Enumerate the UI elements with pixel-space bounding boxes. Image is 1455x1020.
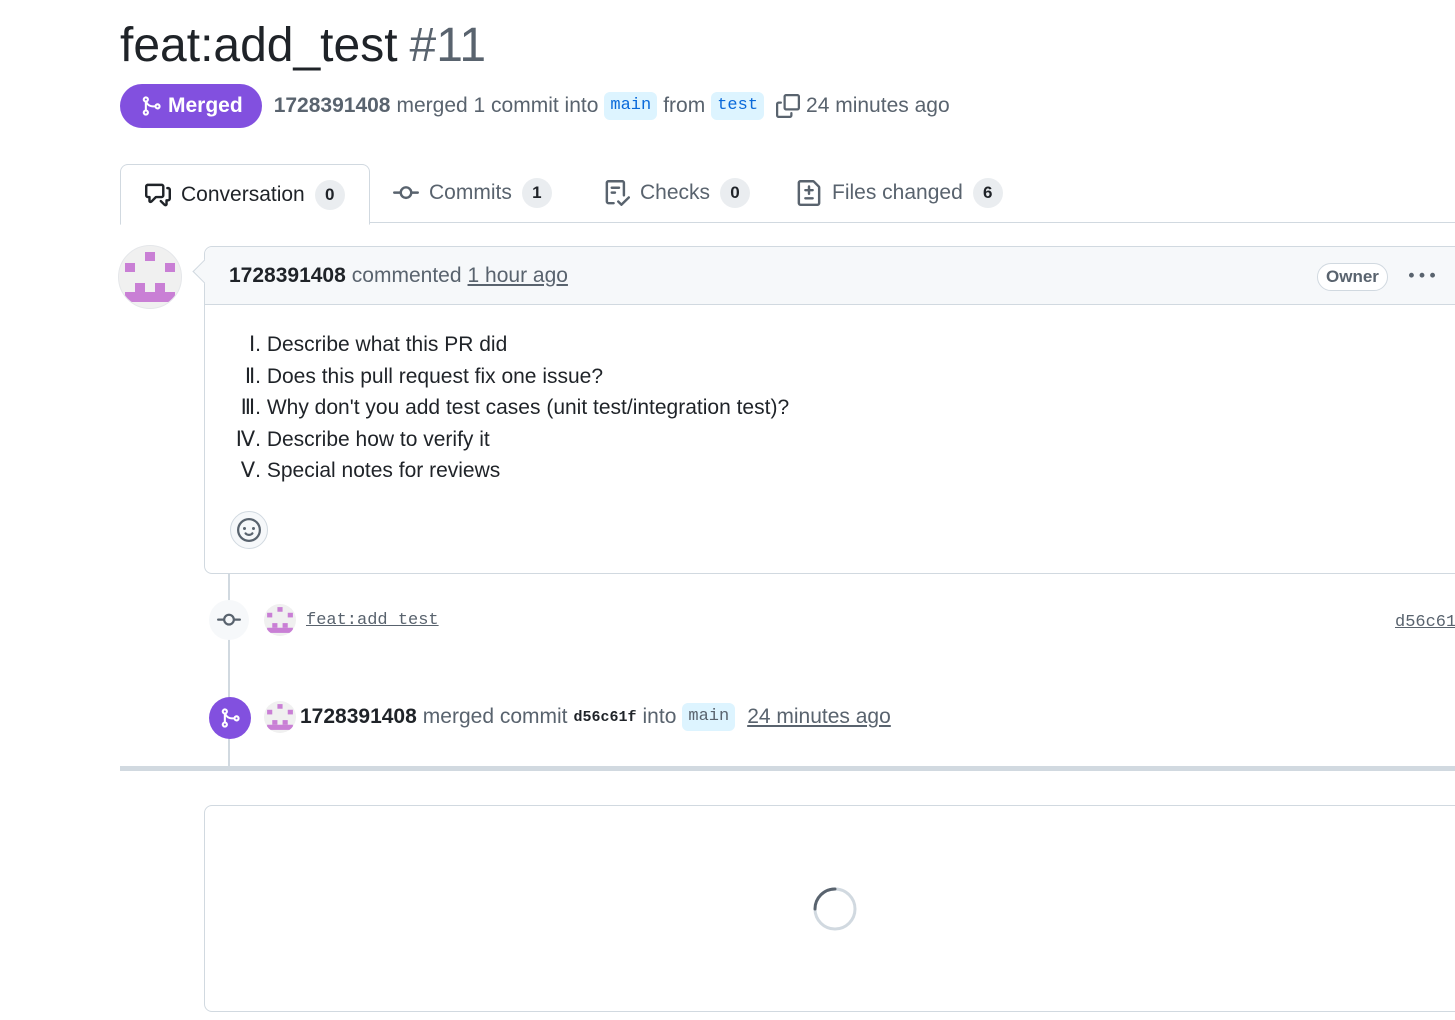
- file-diff-icon: [797, 180, 821, 206]
- merge-author-link[interactable]: 1728391408: [300, 705, 417, 729]
- comment-discussion-icon: [145, 183, 171, 206]
- pr-meta: 1728391408 merged 1 commit into main fro…: [274, 92, 950, 120]
- tab-conversation-count: 0: [314, 179, 345, 210]
- merged-state-badge: Merged: [120, 84, 262, 128]
- from-text: from: [663, 94, 706, 117]
- tab-files-changed[interactable]: Files changed 6: [796, 164, 1003, 222]
- list-item-number: Ⅱ.: [244, 364, 261, 388]
- checklist-icon: [605, 180, 630, 206]
- tab-commits-count: 1: [521, 178, 552, 208]
- git-commit-icon: [209, 600, 249, 640]
- pr-title-text: feat:add_test: [120, 19, 398, 72]
- timeline-divider: [120, 766, 1455, 771]
- avatar[interactable]: [118, 245, 182, 309]
- timeline-commit-item: feat:add_test: [264, 604, 439, 636]
- list-item: Ⅴ. Special notes for reviews: [231, 455, 1455, 487]
- git-merge-icon: [142, 96, 161, 116]
- comment-body: Ⅰ. Describe what this PR did Ⅱ. Does thi…: [205, 305, 1455, 487]
- list-item-text: Describe how to verify it: [261, 427, 490, 451]
- merge-commit-sha-link[interactable]: d56c61f: [574, 709, 637, 726]
- spinner-icon: [813, 887, 857, 931]
- owner-badge: Owner: [1317, 263, 1388, 291]
- commit-message-link[interactable]: feat:add_test: [306, 611, 439, 630]
- merge-into-text: into: [642, 705, 677, 728]
- comment-header: 1728391408 commented 1 hour ago Owner: [205, 247, 1455, 305]
- copy-icon[interactable]: [776, 94, 801, 118]
- merged-time: 24 minutes ago: [806, 94, 950, 117]
- list-item-number: Ⅰ.: [248, 333, 261, 356]
- list-item: Ⅲ. Why don't you add test cases (unit te…: [231, 392, 1455, 424]
- merge-base-branch[interactable]: main: [682, 703, 736, 731]
- tab-files-changed-count: 6: [972, 178, 1003, 208]
- tab-conversation[interactable]: Conversation 0: [120, 164, 370, 225]
- merge-text: merged commit: [422, 705, 568, 728]
- list-item-text: Describe what this PR did: [261, 333, 508, 356]
- tab-commits[interactable]: Commits 1: [393, 164, 552, 222]
- comment-action: commented: [351, 263, 462, 287]
- comment-time-link[interactable]: 1 hour ago: [468, 264, 568, 288]
- base-branch[interactable]: main: [604, 92, 658, 120]
- tab-files-changed-label: Files changed: [832, 181, 963, 204]
- list-item: Ⅱ. Does this pull request fix one issue?: [231, 361, 1455, 393]
- smiley-icon: [237, 518, 261, 542]
- list-item-text: Special notes for reviews: [261, 459, 501, 482]
- tab-conversation-label: Conversation: [181, 182, 305, 206]
- timeline-merge-item: 1728391408 merged commit d56c61f into ma…: [264, 701, 891, 733]
- comment-author-link[interactable]: 1728391408: [229, 264, 346, 288]
- merged-state-label: Merged: [168, 94, 243, 117]
- pr-author-link[interactable]: 1728391408: [274, 94, 391, 118]
- list-item-number: Ⅲ.: [240, 396, 261, 419]
- list-item-text: Does this pull request fix one issue?: [261, 364, 604, 388]
- pr-tabs: Conversation 0 Commits 1 Checks 0 Files …: [120, 164, 1455, 225]
- list-item: Ⅳ. Describe how to verify it: [231, 424, 1455, 456]
- tab-commits-label: Commits: [429, 181, 512, 204]
- git-commit-icon: [393, 186, 419, 200]
- tab-checks-label: Checks: [640, 181, 711, 204]
- git-merge-icon: [209, 697, 251, 739]
- head-branch[interactable]: test: [711, 92, 765, 120]
- list-item: Ⅰ. Describe what this PR did: [231, 329, 1455, 361]
- avatar[interactable]: [264, 701, 296, 733]
- add-reaction-button[interactable]: [230, 511, 268, 549]
- tab-checks[interactable]: Checks 0: [604, 164, 751, 222]
- loading-panel: [204, 805, 1455, 1012]
- merged-text: merged 1 commit into: [396, 94, 599, 117]
- pr-title: feat:add_test #11: [120, 16, 486, 76]
- pr-number: #11: [409, 19, 487, 72]
- kebab-horizontal-icon[interactable]: [1409, 263, 1435, 289]
- list-item-number: Ⅴ.: [240, 459, 261, 482]
- pr-description-comment: 1728391408 commented 1 hour ago Owner Ⅰ.…: [192, 246, 1455, 574]
- pr-state-row: Merged 1728391408 merged 1 commit into m…: [120, 84, 950, 128]
- avatar[interactable]: [264, 604, 296, 636]
- merge-time-link[interactable]: 24 minutes ago: [747, 705, 891, 729]
- tab-checks-count: 0: [720, 178, 751, 208]
- list-item-number: Ⅳ.: [235, 427, 261, 451]
- list-item-text: Why don't you add test cases (unit test/…: [261, 396, 790, 419]
- commit-sha-link[interactable]: d56c61: [1395, 613, 1455, 632]
